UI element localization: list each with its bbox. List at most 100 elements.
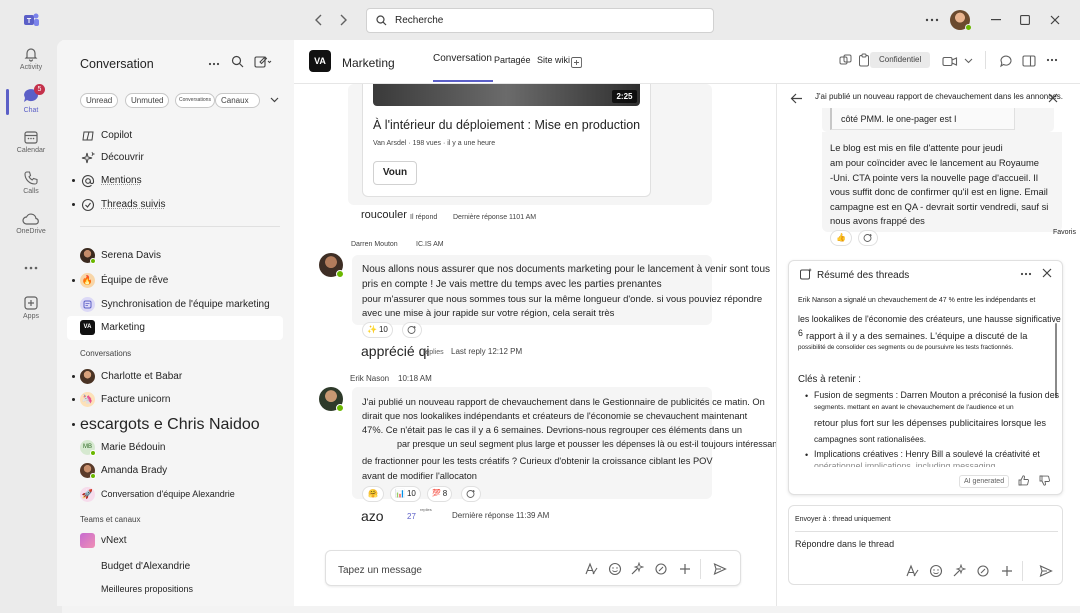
- thumbs-up-icon[interactable]: [1018, 475, 1029, 486]
- list-item-discover[interactable]: Découvrir: [57, 147, 294, 169]
- list-item-proposals[interactable]: Meilleures propositions: [57, 579, 294, 601]
- list-item-marketing[interactable]: VA Marketing: [67, 316, 283, 340]
- quoted-text: côté PMM. le one-pager est I: [841, 114, 957, 124]
- summary-text: Erik Nanson a signalé un chevauchement d…: [798, 297, 1036, 304]
- reaction-sparkle[interactable]: ✨ 10: [362, 322, 393, 338]
- forward-arrow-icon[interactable]: [336, 12, 350, 28]
- list-item-mentions[interactable]: Mentions: [57, 170, 294, 192]
- rail-calls[interactable]: Calls: [0, 169, 62, 195]
- rail-calendar[interactable]: Calendar: [0, 128, 62, 154]
- search-input[interactable]: Recherche: [366, 8, 714, 33]
- reply-count[interactable]: replies: [423, 349, 444, 356]
- rail-onedrive[interactable]: OneDrive: [0, 210, 62, 235]
- close-window-icon[interactable]: [1049, 14, 1061, 26]
- message-compose-box[interactable]: Tapez un message: [325, 550, 741, 586]
- chevron-down-icon[interactable]: [963, 56, 973, 66]
- back-arrow-icon[interactable]: [789, 91, 803, 105]
- list-item-marie[interactable]: MB Marie Bédouin: [57, 437, 294, 459]
- message-text: avant de modifier l'allocaton: [362, 471, 477, 481]
- list-item-label: Synchronisation de l'équipe marketing: [101, 299, 270, 310]
- scrollbar[interactable]: [1055, 323, 1057, 398]
- format-icon[interactable]: [584, 562, 598, 576]
- more-options-icon[interactable]: [207, 59, 221, 69]
- sensitivity-label[interactable]: Confidentiel: [870, 52, 930, 68]
- group-icon: [80, 297, 95, 312]
- chevron-down-icon[interactable]: [269, 95, 279, 105]
- list-item-dream-team[interactable]: 🔥 Équipe de rêve: [57, 270, 294, 292]
- more-options-icon[interactable]: [924, 13, 940, 27]
- side-panel-icon[interactable]: [1021, 53, 1036, 68]
- close-icon[interactable]: [1047, 92, 1059, 104]
- filter-unmuted[interactable]: Unmuted: [125, 93, 170, 108]
- more-options-icon[interactable]: [1020, 272, 1032, 276]
- reaction-chart[interactable]: 📊 10: [390, 486, 421, 502]
- send-icon[interactable]: [1039, 564, 1053, 578]
- rail-activity[interactable]: Activity: [0, 45, 62, 71]
- copilot-sparkle-icon[interactable]: [630, 562, 644, 576]
- video-call-icon[interactable]: [941, 54, 959, 68]
- plus-icon[interactable]: [678, 562, 692, 576]
- format-icon[interactable]: [905, 564, 919, 578]
- minimize-icon[interactable]: [990, 14, 1002, 26]
- back-arrow-icon[interactable]: [312, 12, 326, 28]
- filter-channels[interactable]: Canaux: [215, 93, 260, 108]
- loop-icon[interactable]: [976, 564, 990, 578]
- list-item-amanda[interactable]: Amanda Brady: [57, 460, 294, 482]
- tab-conversation[interactable]: Conversation: [433, 53, 492, 64]
- plus-icon[interactable]: [1000, 564, 1014, 578]
- emoji-icon[interactable]: [608, 562, 622, 576]
- active-tab-indicator: [433, 80, 493, 82]
- thread-reply-box[interactable]: Envoyer à : thread uniquement Répondre d…: [788, 505, 1063, 585]
- list-item-vnext[interactable]: vNext: [57, 530, 294, 552]
- rail-more[interactable]: [0, 259, 62, 277]
- list-item-budget[interactable]: Budget d'Alexandrie: [57, 556, 294, 578]
- copy-link-icon[interactable]: [838, 53, 852, 67]
- clipboard-icon[interactable]: [857, 53, 871, 67]
- tab-wiki[interactable]: Site wiki: [537, 55, 570, 65]
- divider: [700, 559, 701, 579]
- reaction-hug[interactable]: 🤗: [362, 486, 384, 502]
- compose-new-icon[interactable]: [254, 54, 272, 68]
- list-item-marketing-sync[interactable]: Synchronisation de l'équipe marketing: [57, 294, 294, 316]
- summary-bullet-text: retour plus fort sur les dépenses public…: [814, 418, 1047, 428]
- filter-conversations[interactable]: Conversations: [175, 93, 215, 108]
- reply-label[interactable]: replies: [420, 507, 432, 512]
- tab-shared[interactable]: Partagée: [494, 55, 531, 65]
- filter-unread[interactable]: Unread: [80, 93, 119, 108]
- thumbs-up-emoji-icon: 👍: [836, 233, 846, 242]
- chat-bubble-icon[interactable]: [998, 53, 1013, 68]
- add-tab-icon[interactable]: [570, 56, 582, 68]
- plus-square-icon: [0, 294, 62, 312]
- reply-count[interactable]: Il répond: [410, 214, 437, 221]
- list-item-serena-davis[interactable]: Serena Davis: [57, 245, 294, 267]
- message-time: 10:18 AM: [398, 374, 432, 383]
- loop-icon[interactable]: [654, 562, 668, 576]
- add-reaction-button[interactable]: [858, 230, 878, 246]
- video-duration: 2:25: [612, 90, 637, 103]
- close-icon[interactable]: [1042, 268, 1052, 278]
- add-reaction-button[interactable]: [461, 486, 481, 502]
- more-options-icon[interactable]: [1045, 56, 1059, 64]
- list-item-escargots[interactable]: escargots e Chris Naidoo: [57, 413, 294, 439]
- list-item-charlotte[interactable]: Charlotte et Babar: [57, 366, 294, 388]
- reaction-hundred[interactable]: 💯 8: [427, 486, 453, 502]
- phone-icon: [0, 169, 62, 187]
- reply-count[interactable]: 27: [407, 512, 416, 521]
- list-item-alexandrie-conversation[interactable]: 🚀 Conversation d'équipe Alexandrie: [57, 484, 294, 506]
- list-item-copilot[interactable]: Copilot: [57, 125, 294, 147]
- emoji-icon[interactable]: [929, 564, 943, 578]
- add-reaction-button[interactable]: [402, 322, 422, 338]
- rail-apps[interactable]: Apps: [0, 294, 62, 320]
- list-item-unicorn[interactable]: 🦄 Facture unicorn: [57, 389, 294, 411]
- send-icon[interactable]: [713, 562, 727, 576]
- video-thumbnail[interactable]: [373, 84, 640, 106]
- thumbs-down-icon[interactable]: [1039, 475, 1050, 486]
- video-title[interactable]: À l'intérieur du déploiement : Mise en p…: [373, 118, 640, 132]
- search-icon[interactable]: [230, 54, 244, 68]
- maximize-icon[interactable]: [1019, 14, 1031, 26]
- list-item-followed-threads[interactable]: Threads suivis: [57, 194, 294, 216]
- copilot-sparkle-icon[interactable]: [952, 564, 966, 578]
- open-video-button[interactable]: Voun: [373, 161, 417, 185]
- rail-chat[interactable]: 5 Chat: [0, 84, 62, 115]
- reaction-thumbs-up[interactable]: 👍: [830, 230, 852, 246]
